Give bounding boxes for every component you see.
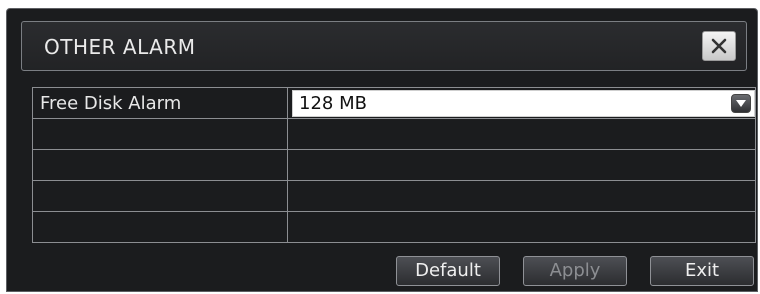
table-cell: Free Disk Alarm <box>33 88 288 118</box>
table-row <box>33 119 755 150</box>
table-cell <box>288 119 755 149</box>
chevron-down-icon <box>736 100 746 107</box>
table-cell <box>288 150 755 180</box>
free-disk-alarm-label: Free Disk Alarm <box>40 93 182 114</box>
dialog-titlebar: OTHER ALARM <box>21 21 747 71</box>
other-alarm-dialog: OTHER ALARM Free Disk Alarm 128 MB Defau… <box>6 8 758 292</box>
exit-button[interactable]: Exit <box>650 256 754 286</box>
table-cell <box>288 212 755 243</box>
default-button[interactable]: Default <box>396 256 500 286</box>
free-disk-alarm-select[interactable]: 128 MB <box>292 90 755 117</box>
table-row <box>33 212 755 243</box>
table-row <box>33 150 755 181</box>
dropdown-button[interactable] <box>731 94 751 113</box>
table-cell <box>33 150 288 180</box>
dialog-title: OTHER ALARM <box>44 35 196 59</box>
apply-button[interactable]: Apply <box>523 256 627 286</box>
table-cell <box>33 181 288 211</box>
table-cell <box>288 181 755 211</box>
close-button[interactable] <box>702 31 736 61</box>
table-row <box>33 181 755 212</box>
table-cell: 128 MB <box>288 88 755 118</box>
close-icon <box>711 38 727 54</box>
table-cell <box>33 212 288 243</box>
table-cell <box>33 119 288 149</box>
settings-table: Free Disk Alarm 128 MB <box>32 87 756 243</box>
table-row: Free Disk Alarm 128 MB <box>33 88 755 119</box>
free-disk-alarm-value: 128 MB <box>299 93 367 114</box>
